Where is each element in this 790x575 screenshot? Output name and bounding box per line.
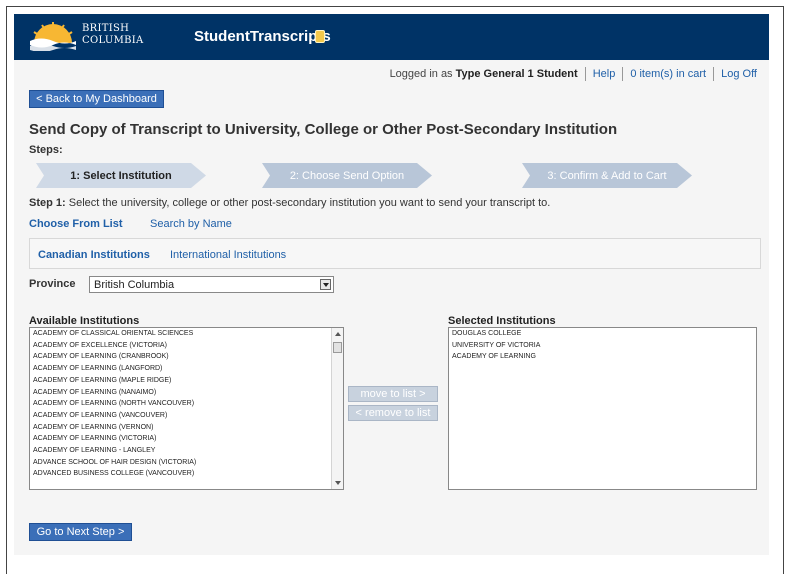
scroll-thumb[interactable] (333, 342, 342, 353)
province-select[interactable]: British Columbia (89, 276, 334, 293)
tab-choose-from-list[interactable]: Choose From List (29, 218, 123, 230)
bc-sun-logo-icon (30, 22, 76, 51)
divider (584, 67, 586, 81)
step-3-indicator: 3: Confirm & Add to Cart (522, 163, 692, 188)
institution-list-item[interactable]: ACADEMY OF LEARNING - LANGLEY (30, 445, 343, 457)
selected-institutions-label: Selected Institutions (448, 315, 556, 327)
province-label: Province (29, 278, 76, 290)
divider (622, 67, 624, 81)
institution-list-item[interactable]: ACADEMY OF LEARNING (LANGFORD) (30, 363, 343, 375)
back-to-dashboard-button[interactable]: < Back to My Dashboard (29, 90, 164, 108)
institution-list-item[interactable]: ADVANCED BUSINESS COLLEGE (VANCOUVER) (30, 468, 343, 480)
step-instruction-prefix: Step 1: (29, 197, 66, 209)
tab-search-by-name[interactable]: Search by Name (150, 218, 232, 230)
logged-in-prefix: Logged in as (389, 68, 453, 80)
tab-canadian-institutions[interactable]: Canadian Institutions (38, 249, 150, 261)
logo-line-2: COLUMBIA (82, 35, 144, 46)
institution-list-item[interactable]: ACADEMY OF LEARNING (CRANBROOK) (30, 351, 343, 363)
step-instruction: Step 1: Select the university, college o… (29, 197, 550, 209)
logoff-link[interactable]: Log Off (721, 68, 757, 80)
available-institutions-list[interactable]: ACADEMY OF CLASSICAL ORIENTAL SCIENCES AC… (29, 327, 344, 490)
institution-list-item[interactable]: ACADEMY OF LEARNING (VERNON) (30, 422, 343, 434)
scroll-up-icon[interactable] (335, 332, 341, 336)
step-2-label: 2: Choose Send Option (289, 169, 405, 182)
step-1-indicator: 1: Select Institution (36, 163, 206, 188)
province-selected-value: British Columbia (94, 278, 175, 291)
institution-list-item[interactable]: ACADEMY OF LEARNING (MAPLE RIDGE) (30, 375, 343, 387)
institution-list-item[interactable]: ACADEMY OF EXCELLENCE (VICTORIA) (30, 340, 343, 352)
help-link[interactable]: Help (593, 68, 616, 80)
bc-logo-text: BRITISH COLUMBIA (82, 23, 144, 47)
app-title: StudentTranscripts (194, 28, 331, 45)
institution-list-item[interactable]: ACADEMY OF LEARNING (NORTH VANCOUVER) (30, 398, 343, 410)
institution-list-item[interactable]: ACADEMY OF CLASSICAL ORIENTAL SCIENCES (30, 328, 343, 340)
site-header: BRITISH COLUMBIA StudentTranscripts (14, 14, 769, 60)
user-bar: Logged in as Type General 1 Student Help… (390, 67, 757, 81)
chevron-down-icon[interactable] (320, 279, 331, 290)
move-to-list-button[interactable]: move to list > (348, 386, 438, 402)
available-institutions-label: Available Institutions (29, 315, 140, 327)
scroll-down-icon[interactable] (335, 481, 341, 485)
selected-institution-item[interactable]: UNIVERSITY OF VICTORIA (449, 340, 756, 352)
step-instruction-text: Select the university, college or other … (65, 197, 551, 209)
available-list-scrollbar[interactable] (331, 328, 343, 489)
user-name: Type General 1 Student (455, 68, 578, 80)
remove-from-list-button[interactable]: < remove to list (348, 405, 438, 421)
institution-list-item[interactable]: ACADEMY OF LEARNING (VANCOUVER) (30, 410, 343, 422)
transcript-icon (315, 30, 325, 43)
step-2-indicator: 2: Choose Send Option (262, 163, 432, 188)
go-to-next-step-button[interactable]: Go to Next Step > (29, 523, 132, 541)
selected-institution-item[interactable]: ACADEMY OF LEARNING (449, 351, 756, 363)
cart-link[interactable]: 0 item(s) in cart (630, 68, 706, 80)
institution-list-item[interactable]: ACADEMY OF LEARNING (NANAIMO) (30, 387, 343, 399)
institution-list-item[interactable]: ACADEMY OF LEARNING (VICTORIA) (30, 433, 343, 445)
steps-label: Steps: (29, 144, 63, 156)
selected-institution-item[interactable]: DOUGLAS COLLEGE (449, 328, 756, 340)
main-content: Logged in as Type General 1 Student Help… (14, 60, 769, 555)
divider (713, 67, 715, 81)
tab-international-institutions[interactable]: International Institutions (170, 249, 286, 261)
step-1-label: 1: Select Institution (70, 169, 172, 182)
step-3-label: 3: Confirm & Add to Cart (547, 169, 667, 182)
page-title: Send Copy of Transcript to University, C… (29, 121, 618, 138)
institution-list-item[interactable]: ADVANCE SCHOOL OF HAIR DESIGN (VICTORIA) (30, 457, 343, 469)
logo-line-1: BRITISH (82, 23, 130, 34)
selected-institutions-list[interactable]: DOUGLAS COLLEGE UNIVERSITY OF VICTORIA ACA… (448, 327, 757, 490)
institution-tabs: Canadian Institutions International Inst… (29, 238, 761, 269)
